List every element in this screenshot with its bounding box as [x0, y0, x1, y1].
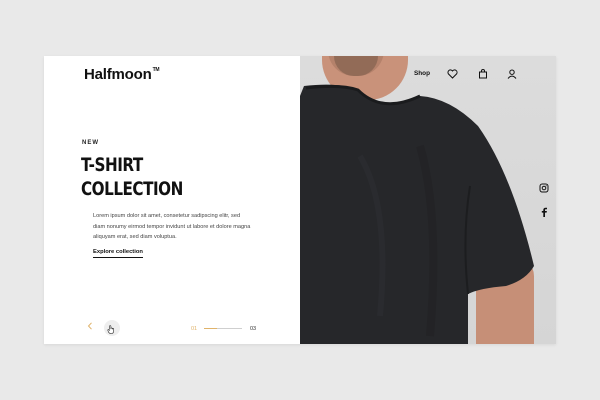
slide-total: 03 — [250, 326, 257, 332]
facebook-icon[interactable] — [540, 207, 548, 217]
brand-logo[interactable]: HalfmoonTM — [84, 66, 160, 83]
slide-progress — [204, 328, 242, 329]
brand-name: Halfmoon — [84, 66, 152, 83]
nav-shop-link[interactable]: Shop — [414, 70, 430, 77]
tshirt-image — [300, 84, 534, 344]
trademark: TM — [152, 67, 160, 73]
instagram-icon[interactable] — [539, 183, 549, 193]
slide-current: 01 — [191, 326, 198, 332]
bag-icon[interactable] — [478, 69, 488, 79]
user-icon[interactable] — [507, 69, 517, 79]
hero-title-line2: COLLECTION — [81, 178, 183, 200]
hero-title-line1: T-SHIRT — [81, 154, 143, 176]
top-nav: Shop — [414, 69, 524, 81]
explore-collection-link[interactable]: Explore collection — [93, 249, 143, 258]
chevron-left-icon — [87, 322, 92, 330]
eyebrow-label: NEW — [82, 140, 99, 146]
hero-image — [300, 56, 556, 344]
hero-title: T-SHIRT COLLECTION — [81, 153, 241, 201]
hero-text-panel: HalfmoonTM NEW T-SHIRT COLLECTION Lorem … — [44, 56, 300, 344]
hero-card: HalfmoonTM NEW T-SHIRT COLLECTION Lorem … — [44, 56, 556, 344]
hero-description: Lorem ipsum dolor sit amet, consetetur s… — [93, 213, 251, 241]
heart-icon[interactable] — [447, 69, 458, 79]
hand-cursor-icon — [107, 325, 115, 336]
prev-slide-button[interactable] — [87, 322, 93, 333]
slide-progress-fill — [204, 328, 217, 329]
